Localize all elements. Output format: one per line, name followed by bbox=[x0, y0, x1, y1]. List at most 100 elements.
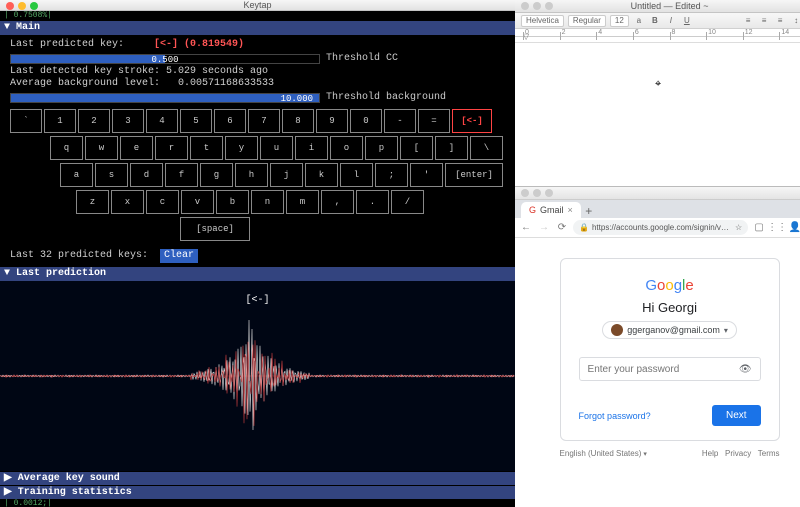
reload-icon[interactable]: ⟳ bbox=[555, 221, 569, 235]
threshold-cc-slider[interactable]: 0.500 bbox=[10, 54, 320, 64]
align-center-icon[interactable]: ≡ bbox=[758, 15, 770, 27]
key-[interactable]: , bbox=[321, 190, 354, 214]
terminal-titlebar[interactable]: Keytap bbox=[0, 0, 515, 11]
key-[interactable]: [ bbox=[400, 136, 433, 160]
key-c[interactable]: c bbox=[146, 190, 179, 214]
key-9[interactable]: 9 bbox=[316, 109, 348, 133]
zoom-icon[interactable] bbox=[545, 189, 553, 197]
key-h[interactable]: h bbox=[235, 163, 268, 187]
new-tab-button[interactable]: + bbox=[581, 204, 597, 218]
zoom-icon[interactable] bbox=[545, 2, 553, 10]
ruler[interactable]: ▽ 0246810121416 bbox=[515, 29, 800, 43]
footer-terms-link[interactable]: Terms bbox=[758, 449, 780, 458]
footer-help-link[interactable]: Help bbox=[702, 449, 718, 458]
key-w[interactable]: w bbox=[85, 136, 118, 160]
size-select[interactable]: 12 bbox=[610, 15, 629, 27]
key-x[interactable]: x bbox=[111, 190, 144, 214]
key-u[interactable]: u bbox=[260, 136, 293, 160]
key-b[interactable]: b bbox=[216, 190, 249, 214]
key-[interactable]: ' bbox=[410, 163, 443, 187]
key-space[interactable]: [space] bbox=[180, 217, 250, 241]
font-select[interactable]: Helvetica bbox=[521, 15, 564, 27]
key-g[interactable]: g bbox=[200, 163, 233, 187]
key-enter[interactable]: [enter] bbox=[445, 163, 503, 187]
key-[interactable]: ] bbox=[435, 136, 468, 160]
next-button[interactable]: Next bbox=[712, 405, 761, 426]
bold-icon[interactable]: B bbox=[649, 15, 661, 27]
section-main-header[interactable]: ▼ Main bbox=[0, 21, 515, 35]
back-icon[interactable]: ← bbox=[519, 221, 533, 235]
key-7[interactable]: 7 bbox=[248, 109, 280, 133]
footer-privacy-link[interactable]: Privacy bbox=[725, 449, 751, 458]
section-training-stats-header[interactable]: ▶ Training statistics bbox=[0, 485, 515, 499]
key-v[interactable]: v bbox=[181, 190, 214, 214]
key-e[interactable]: e bbox=[120, 136, 153, 160]
key-p[interactable]: p bbox=[365, 136, 398, 160]
key-r[interactable]: r bbox=[155, 136, 188, 160]
key-[interactable]: \ bbox=[470, 136, 503, 160]
star-icon[interactable]: ☆ bbox=[735, 223, 742, 232]
key-f[interactable]: f bbox=[165, 163, 198, 187]
editor-titlebar[interactable]: Untitled — Edited ~ bbox=[515, 0, 800, 13]
document-body[interactable]: ⌖ bbox=[515, 43, 800, 186]
align-left-icon[interactable]: ≡ bbox=[742, 15, 754, 27]
key-5[interactable]: 5 bbox=[180, 109, 212, 133]
key-3[interactable]: 3 bbox=[112, 109, 144, 133]
profile-icon[interactable]: 👤 bbox=[788, 221, 800, 235]
align-right-icon[interactable]: ≡ bbox=[774, 15, 786, 27]
minimize-icon[interactable] bbox=[533, 2, 541, 10]
key-[interactable]: / bbox=[391, 190, 424, 214]
style-select[interactable]: Regular bbox=[568, 15, 606, 27]
key-4[interactable]: 4 bbox=[146, 109, 178, 133]
key-[interactable]: ; bbox=[375, 163, 408, 187]
key-d[interactable]: d bbox=[130, 163, 163, 187]
tab-gmail[interactable]: G Gmail × bbox=[521, 202, 581, 218]
key-0[interactable]: 0 bbox=[350, 109, 382, 133]
key-[interactable]: [<-] bbox=[452, 109, 492, 133]
cast-icon[interactable]: ▢ bbox=[752, 221, 766, 235]
key-2[interactable]: 2 bbox=[78, 109, 110, 133]
key-t[interactable]: t bbox=[190, 136, 223, 160]
key-o[interactable]: o bbox=[330, 136, 363, 160]
language-select[interactable]: English (United States) bbox=[560, 449, 647, 458]
key-[interactable]: ` bbox=[10, 109, 42, 133]
extensions-icon[interactable]: ⋮⋮ bbox=[770, 221, 784, 235]
forgot-password-link[interactable]: Forgot password? bbox=[579, 411, 651, 421]
key-l[interactable]: l bbox=[340, 163, 373, 187]
line-spacing-icon[interactable]: ↕ bbox=[790, 15, 800, 27]
key-j[interactable]: j bbox=[270, 163, 303, 187]
threshold-bg-slider[interactable]: 10.000 bbox=[10, 93, 320, 103]
key-1[interactable]: 1 bbox=[44, 109, 76, 133]
key-q[interactable]: q bbox=[50, 136, 83, 160]
clear-button[interactable]: Clear bbox=[160, 249, 198, 263]
key-8[interactable]: 8 bbox=[282, 109, 314, 133]
zoom-icon[interactable] bbox=[30, 2, 38, 10]
tab-close-icon[interactable]: × bbox=[568, 205, 573, 215]
close-icon[interactable] bbox=[521, 2, 529, 10]
text-color-icon[interactable]: a bbox=[633, 15, 645, 27]
show-password-icon[interactable]: 👁 bbox=[739, 364, 752, 375]
close-icon[interactable] bbox=[6, 2, 14, 10]
minimize-icon[interactable] bbox=[18, 2, 26, 10]
browser-titlebar[interactable] bbox=[515, 187, 800, 200]
password-input[interactable]: Enter your password 👁 bbox=[579, 357, 761, 381]
key-i[interactable]: i bbox=[295, 136, 328, 160]
key-s[interactable]: s bbox=[95, 163, 128, 187]
omnibox[interactable]: 🔒 https://accounts.google.com/signin/v… … bbox=[573, 220, 748, 235]
account-chip[interactable]: ggerganov@gmail.com ▾ bbox=[602, 321, 737, 339]
key-z[interactable]: z bbox=[76, 190, 109, 214]
close-icon[interactable] bbox=[521, 189, 529, 197]
key-[interactable]: - bbox=[384, 109, 416, 133]
forward-icon[interactable]: → bbox=[537, 221, 551, 235]
underline-icon[interactable]: U bbox=[681, 15, 693, 27]
minimize-icon[interactable] bbox=[533, 189, 541, 197]
key-[interactable]: . bbox=[356, 190, 389, 214]
key-n[interactable]: n bbox=[251, 190, 284, 214]
italic-icon[interactable]: I bbox=[665, 15, 677, 27]
key-[interactable]: = bbox=[418, 109, 450, 133]
section-last-prediction-header[interactable]: ▼ Last prediction bbox=[0, 267, 515, 281]
key-m[interactable]: m bbox=[286, 190, 319, 214]
key-6[interactable]: 6 bbox=[214, 109, 246, 133]
key-y[interactable]: y bbox=[225, 136, 258, 160]
key-a[interactable]: a bbox=[60, 163, 93, 187]
